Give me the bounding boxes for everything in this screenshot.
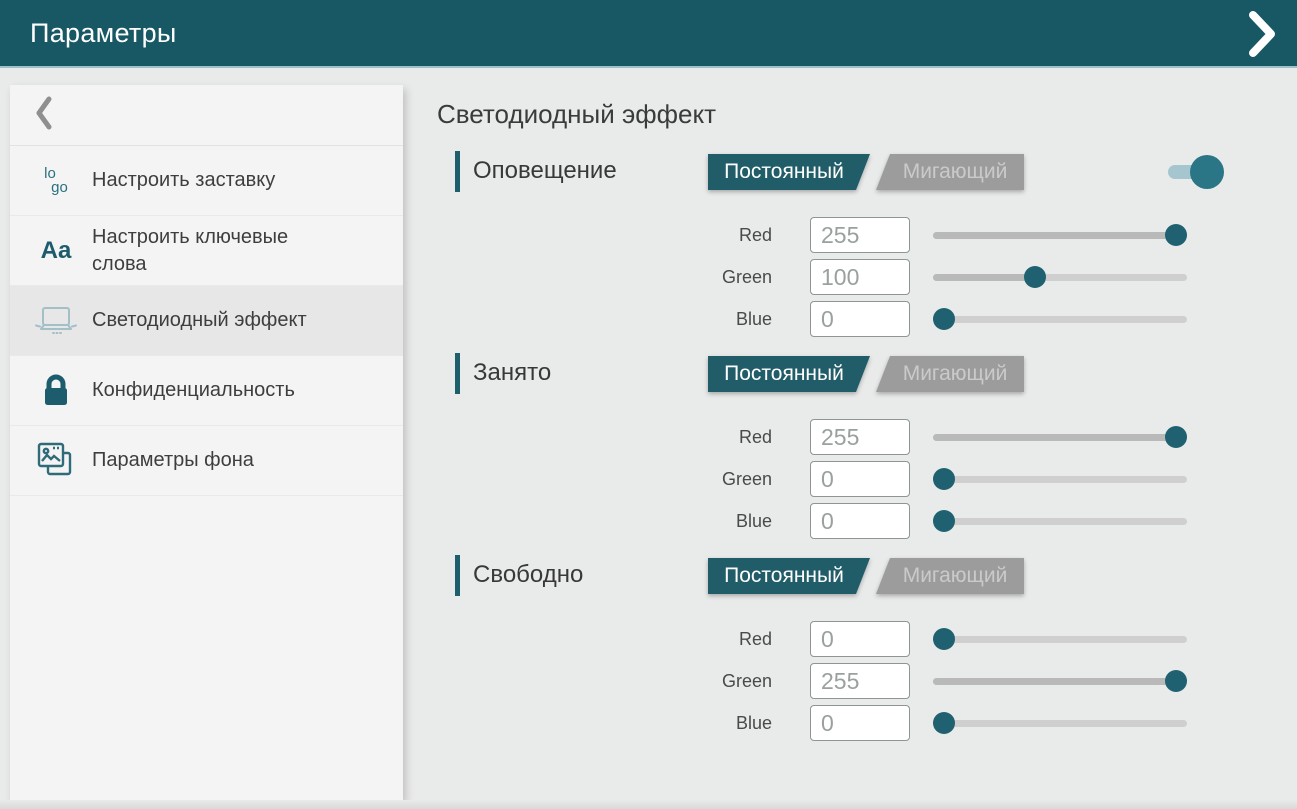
sidebar-item-label: Конфиденциальность (92, 377, 295, 404)
slider-busy-red[interactable] (933, 419, 1187, 455)
rgb-row-alert-blue: Blue (437, 301, 1297, 337)
background-icon (32, 440, 80, 482)
slider-free-red[interactable] (933, 621, 1187, 657)
slider-fill (933, 274, 1035, 281)
rgb-row-free-blue: Blue (437, 705, 1297, 741)
slider-fill (933, 434, 1176, 441)
mode-blinking-button[interactable]: Мигающий (876, 154, 1024, 190)
section-title: Свободно (473, 561, 583, 589)
slider-thumb[interactable] (1165, 426, 1187, 448)
channel-label: Blue (437, 309, 790, 330)
sidebar-item-background[interactable]: Параметры фона (10, 426, 403, 496)
rgb-row-free-red: Red (437, 621, 1297, 657)
app-header: Параметры (0, 0, 1297, 68)
section-title: Занято (473, 359, 551, 387)
bottom-shade (0, 800, 1297, 809)
keywords-icon: Aa (32, 237, 80, 265)
mode-toggle: Постоянный Мигающий (708, 558, 1024, 594)
input-busy-red[interactable] (810, 419, 910, 455)
input-free-green[interactable] (810, 663, 910, 699)
sidebar: logo Настроить заставку Aa Настроить клю… (10, 85, 403, 800)
slider-track[interactable] (933, 636, 1187, 643)
sidebar-item-splash[interactable]: logo Настроить заставку (10, 146, 403, 216)
channel-label: Green (437, 469, 790, 490)
sidebar-item-label: Настроить заставку (92, 167, 275, 194)
rgb-row-busy-blue: Blue (437, 503, 1297, 539)
slider-alert-blue[interactable] (933, 301, 1187, 337)
slider-busy-green[interactable] (933, 461, 1187, 497)
slider-alert-red[interactable] (933, 217, 1187, 253)
slider-thumb[interactable] (1024, 266, 1046, 288)
slider-track[interactable] (933, 476, 1187, 483)
mode-solid-button[interactable]: Постоянный (708, 356, 870, 392)
content-title: Светодиодный эффект (437, 99, 716, 130)
mode-toggle: Постоянный Мигающий (708, 154, 1024, 190)
sidebar-item-label: Светодиодный эффект (92, 307, 307, 334)
sidebar-item-label: Настроить ключевые слова (92, 224, 332, 278)
mode-blinking-button[interactable]: Мигающий (876, 356, 1024, 392)
lock-icon (32, 372, 80, 410)
slider-thumb[interactable] (933, 628, 955, 650)
mode-solid-button[interactable]: Постоянный (708, 154, 870, 190)
rgb-row-busy-green: Green (437, 461, 1297, 497)
input-alert-blue[interactable] (810, 301, 910, 337)
channel-label: Green (437, 671, 790, 692)
sidebar-item-label: Параметры фона (92, 447, 254, 474)
slider-thumb[interactable] (933, 712, 955, 734)
led-section-free: Свободно Постоянный Мигающий Red Green B… (437, 554, 1297, 749)
channel-label: Blue (437, 713, 790, 734)
slider-thumb[interactable] (933, 510, 955, 532)
slider-fill (933, 232, 1176, 239)
slider-fill (933, 678, 1176, 685)
slider-free-blue[interactable] (933, 705, 1187, 741)
input-free-blue[interactable] (810, 705, 910, 741)
section-accent-bar (455, 151, 460, 192)
chevron-left-icon (35, 95, 53, 136)
slider-free-green[interactable] (933, 663, 1187, 699)
slider-thumb[interactable] (933, 468, 955, 490)
enable-switch-alert[interactable] (1168, 155, 1224, 189)
page-title: Параметры (30, 18, 177, 49)
input-alert-red[interactable] (810, 217, 910, 253)
channel-label: Red (437, 629, 790, 650)
rgb-row-alert-red: Red (437, 217, 1297, 253)
input-free-red[interactable] (810, 621, 910, 657)
section-accent-bar (455, 555, 460, 596)
input-busy-green[interactable] (810, 461, 910, 497)
input-busy-blue[interactable] (810, 503, 910, 539)
mode-toggle: Постоянный Мигающий (708, 356, 1024, 392)
sidebar-item-led-effect[interactable]: Светодиодный эффект (10, 286, 403, 356)
rgb-row-busy-red: Red (437, 419, 1297, 455)
rgb-row-free-green: Green (437, 663, 1297, 699)
channel-label: Red (437, 427, 790, 448)
section-accent-bar (455, 353, 460, 394)
input-alert-green[interactable] (810, 259, 910, 295)
sidebar-item-privacy[interactable]: Конфиденциальность (10, 356, 403, 426)
rgb-row-alert-green: Green (437, 259, 1297, 295)
section-title: Оповещение (473, 157, 617, 185)
channel-label: Green (437, 267, 790, 288)
sidebar-back-button[interactable] (10, 85, 403, 146)
mode-solid-button[interactable]: Постоянный (708, 558, 870, 594)
slider-track[interactable] (933, 518, 1187, 525)
sidebar-menu: logo Настроить заставку Aa Настроить клю… (10, 146, 403, 496)
led-screen-icon (32, 302, 80, 340)
slider-thumb[interactable] (1165, 670, 1187, 692)
slider-track[interactable] (933, 316, 1187, 323)
channel-label: Red (437, 225, 790, 246)
logo-icon: logo (32, 167, 80, 195)
mode-blinking-button[interactable]: Мигающий (876, 558, 1024, 594)
slider-thumb[interactable] (933, 308, 955, 330)
slider-busy-blue[interactable] (933, 503, 1187, 539)
switch-thumb (1190, 155, 1224, 189)
sidebar-item-keywords[interactable]: Aa Настроить ключевые слова (10, 216, 403, 286)
led-section-busy: Занято Постоянный Мигающий Red Green Blu… (437, 352, 1297, 547)
led-section-alert: Оповещение Постоянный Мигающий Red Green… (437, 150, 1297, 345)
slider-track[interactable] (933, 720, 1187, 727)
chevron-right-icon[interactable] (1247, 9, 1277, 59)
channel-label: Blue (437, 511, 790, 532)
slider-thumb[interactable] (1165, 224, 1187, 246)
main-panel: Светодиодный эффект Оповещение Постоянны… (437, 85, 1297, 809)
slider-alert-green[interactable] (933, 259, 1187, 295)
